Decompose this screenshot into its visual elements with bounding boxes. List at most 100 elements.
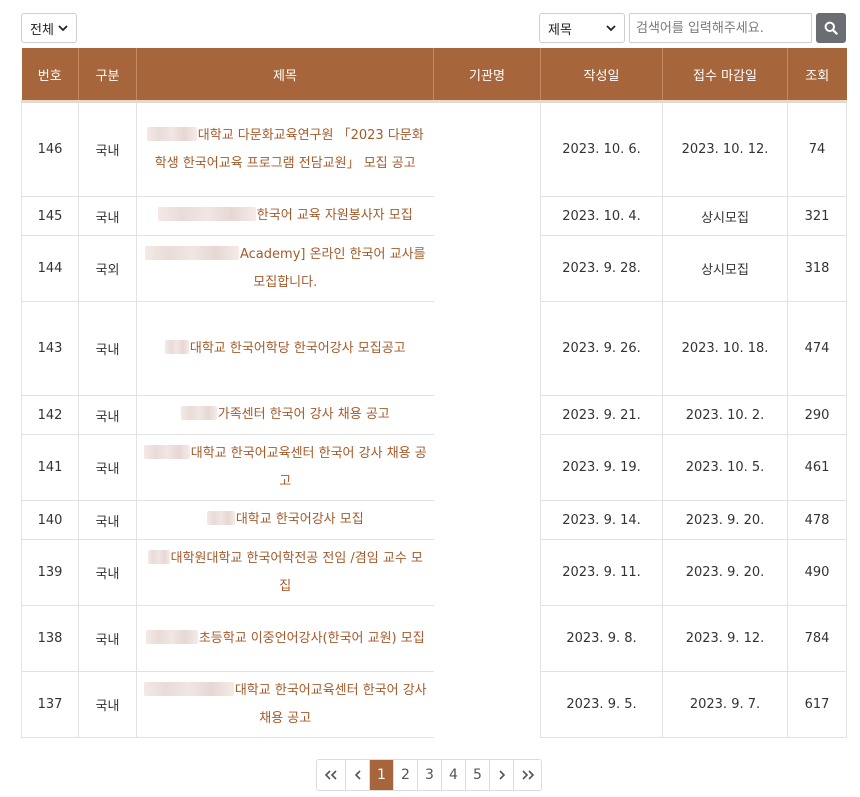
row-title-link[interactable]: 대학원대학교 한국어학전공 전임 /겸임 교수 모집 — [171, 551, 423, 594]
row-type: 국내 — [78, 605, 137, 672]
row-deadline: 2023. 10. 12. — [662, 101, 788, 197]
row-deadline: 2023. 9. 20. — [662, 500, 788, 540]
row-title-cell[interactable]: Academy] 온라인 한국어 교사를 모집합니다. — [136, 235, 434, 302]
row-organization — [433, 539, 541, 606]
search-icon — [824, 21, 838, 35]
last-page-button[interactable] — [513, 760, 541, 790]
row-views: 318 — [787, 235, 847, 302]
page-button-4[interactable]: 4 — [441, 760, 465, 790]
row-date: 2023. 9. 14. — [540, 500, 663, 540]
row-organization — [433, 434, 541, 501]
row-number: 141 — [21, 434, 79, 501]
row-deadline: 상시모집 — [662, 196, 788, 236]
row-number: 145 — [21, 196, 79, 236]
redacted-blur — [143, 681, 234, 696]
row-organization — [433, 671, 541, 738]
category-select[interactable]: 전체 — [21, 13, 77, 43]
redacted-blur — [180, 406, 217, 420]
row-deadline: 2023. 9. 20. — [662, 539, 788, 606]
row-title-link[interactable]: 대학교 한국어학당 한국어강사 모집공고 — [190, 341, 406, 356]
row-number: 144 — [21, 235, 79, 302]
first-page-button[interactable] — [317, 760, 345, 790]
row-organization — [433, 500, 541, 540]
row-title-cell[interactable]: 대학교 한국어교육센터 한국어 강사 채용 공고 — [136, 671, 434, 738]
row-number: 140 — [21, 500, 79, 540]
row-organization — [433, 605, 541, 672]
row-title-link[interactable]: 대학교 한국어교육센터 한국어 강사 채용 공고 — [191, 446, 427, 489]
page-button-1[interactable]: 1 — [369, 760, 393, 790]
row-title-link[interactable]: 초등학교 이중언어강사(한국어 교원) 모집 — [199, 631, 425, 646]
page-button-3[interactable]: 3 — [417, 760, 441, 790]
redacted-blur — [147, 549, 170, 564]
row-number: 137 — [21, 671, 79, 738]
row-number: 142 — [21, 395, 79, 435]
column-header-views: 조회 — [787, 48, 847, 103]
search-field-value: 제목 — [548, 22, 572, 38]
table-row: 140 국내 대학교 한국어강사 모집 2023. 9. 14. 2023. 9… — [21, 500, 847, 540]
row-title-cell[interactable]: 대학원대학교 한국어학전공 전임 /겸임 교수 모집 — [136, 539, 434, 606]
row-type: 국내 — [78, 434, 137, 501]
row-date: 2023. 9. 8. — [540, 605, 663, 672]
row-date: 2023. 9. 19. — [540, 434, 663, 501]
row-views: 321 — [787, 196, 847, 236]
chevron-down-icon — [606, 25, 616, 32]
row-date: 2023. 9. 21. — [540, 395, 663, 435]
row-organization — [433, 101, 541, 197]
row-title-cell[interactable]: 대학교 한국어강사 모집 — [136, 500, 434, 540]
row-title-link[interactable]: 대학교 한국어교육센터 한국어 강사 채용 공고 — [235, 683, 427, 726]
table-row: 145 국내 한국어 교육 자원봉사자 모집 2023. 10. 4. 상시모집… — [21, 196, 847, 236]
row-title-cell[interactable]: 한국어 교육 자원봉사자 모집 — [136, 196, 434, 236]
next-page-button[interactable] — [489, 760, 513, 790]
row-title-cell[interactable]: 대학교 한국어학당 한국어강사 모집공고 — [136, 301, 434, 396]
filter-bar: 전체 제목 — [0, 0, 860, 48]
redacted-blur — [206, 511, 235, 525]
row-title-cell[interactable]: 초등학교 이중언어강사(한국어 교원) 모집 — [136, 605, 434, 672]
page-button-5[interactable]: 5 — [465, 760, 489, 790]
column-header-organization: 기관명 — [433, 48, 541, 103]
job-board-table: 번호 구분 제목 기관명 작성일 접수 마감일 조회 146 국내 대학교 다문… — [21, 48, 847, 738]
row-organization — [433, 196, 541, 236]
row-title-cell[interactable]: 대학교 한국어교육센터 한국어 강사 채용 공고 — [136, 434, 434, 501]
row-views: 478 — [787, 500, 847, 540]
search-button[interactable] — [816, 13, 846, 43]
table-row: 139 국내 대학원대학교 한국어학전공 전임 /겸임 교수 모집 2023. … — [21, 539, 847, 606]
redacted-blur — [164, 339, 189, 354]
row-date: 2023. 9. 28. — [540, 235, 663, 302]
chevron-down-icon — [58, 25, 68, 32]
prev-page-button[interactable] — [345, 760, 369, 790]
table-row: 137 국내 대학교 한국어교육센터 한국어 강사 채용 공고 2023. 9.… — [21, 671, 847, 738]
row-date: 2023. 9. 11. — [540, 539, 663, 606]
row-deadline: 2023. 9. 12. — [662, 605, 788, 672]
row-type: 국내 — [78, 500, 137, 540]
row-organization — [433, 395, 541, 435]
redacted-blur — [145, 629, 198, 644]
row-organization — [433, 235, 541, 302]
row-title-cell[interactable]: 대학교 다문화교육연구원 「2023 다문화학생 한국어교육 프로그램 전담교원… — [136, 101, 434, 197]
search-input[interactable] — [629, 13, 812, 43]
row-title-link[interactable]: 한국어 교육 자원봉사자 모집 — [257, 208, 413, 223]
row-views: 490 — [787, 539, 847, 606]
table-row: 144 국외 Academy] 온라인 한국어 교사를 모집합니다. 2023.… — [21, 235, 847, 302]
column-header-date: 작성일 — [540, 48, 663, 103]
row-number: 143 — [21, 301, 79, 396]
category-select-value: 전체 — [30, 22, 54, 38]
row-deadline: 2023. 9. 7. — [662, 671, 788, 738]
redacted-blur — [146, 126, 197, 141]
row-number: 139 — [21, 539, 79, 606]
row-title-link[interactable]: 대학교 한국어강사 모집 — [236, 512, 364, 527]
row-views: 74 — [787, 101, 847, 197]
redacted-blur — [145, 245, 239, 260]
search-field-select[interactable]: 제목 — [539, 13, 625, 43]
table-row: 143 국내 대학교 한국어학당 한국어강사 모집공고 2023. 9. 26.… — [21, 301, 847, 396]
row-date: 2023. 10. 4. — [540, 196, 663, 236]
page-button-2[interactable]: 2 — [393, 760, 417, 790]
double-chevron-left-icon — [324, 770, 337, 780]
row-date: 2023. 10. 6. — [540, 101, 663, 197]
row-type: 국외 — [78, 235, 137, 302]
row-title-link[interactable]: 가족센터 한국어 강사 채용 공고 — [218, 407, 390, 422]
row-date: 2023. 9. 5. — [540, 671, 663, 738]
row-title-link[interactable]: Academy] 온라인 한국어 교사를 모집합니다. — [240, 247, 426, 290]
row-type: 국내 — [78, 101, 137, 197]
row-title-cell[interactable]: 가족센터 한국어 강사 채용 공고 — [136, 395, 434, 435]
row-views: 474 — [787, 301, 847, 396]
